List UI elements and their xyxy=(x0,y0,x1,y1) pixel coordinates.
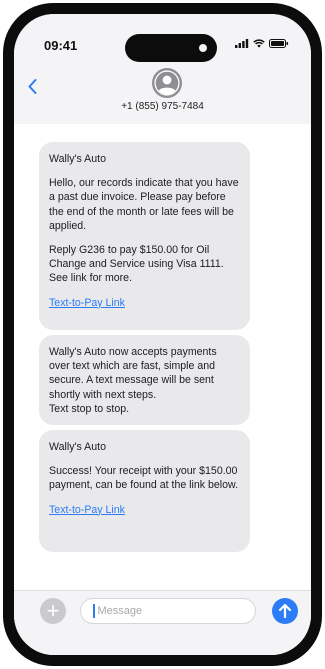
message-sender: Wally's Auto xyxy=(49,153,106,165)
message-text: Success! Your receipt with your $150.00 … xyxy=(49,465,239,492)
send-button[interactable] xyxy=(272,598,298,624)
chevron-left-icon[interactable] xyxy=(28,76,37,98)
message-thread: Wally's Auto Hello, our records indicate… xyxy=(14,124,311,591)
wifi-icon xyxy=(253,39,265,48)
dynamic-island xyxy=(125,34,217,62)
arrow-up-icon xyxy=(278,603,292,619)
message-text: Reply G236 to pay $150.00 for Oil Change… xyxy=(49,244,224,285)
message-bubble[interactable]: Wally's Auto Hello, our records indicate… xyxy=(39,142,250,330)
message-bubble[interactable]: Wally's Auto Success! Your receipt with … xyxy=(39,430,250,552)
message-text: Wally's Auto now accepts payments over t… xyxy=(49,346,217,401)
message-sender: Wally's Auto xyxy=(49,441,106,453)
conversation-header: 09:41 +1 (855) 975-7484 xyxy=(14,14,311,125)
contact-phone-number[interactable]: +1 (855) 975-7484 xyxy=(14,101,311,112)
phone-screen: 09:41 +1 (855) 975-7484 Wally's Auto Hel… xyxy=(14,14,311,655)
message-placeholder: Message xyxy=(97,605,143,617)
phone-frame: 09:41 +1 (855) 975-7484 Wally's Auto Hel… xyxy=(3,3,322,666)
signal-icon xyxy=(235,39,249,48)
plus-icon[interactable]: + xyxy=(40,598,66,624)
message-composer: + Message xyxy=(14,590,311,655)
text-to-pay-link[interactable]: Text-to-Pay Link xyxy=(49,297,125,309)
message-text: Hello, our records indicate that you hav… xyxy=(49,177,239,232)
text-to-pay-link[interactable]: Text-to-Pay Link xyxy=(49,504,125,516)
message-text: Text stop to stop. xyxy=(49,402,130,415)
battery-icon xyxy=(269,39,289,48)
text-caret xyxy=(93,604,95,618)
person-avatar-icon[interactable] xyxy=(152,68,182,98)
status-icons xyxy=(235,39,289,48)
message-bubble[interactable]: Wally's Auto now accepts payments over t… xyxy=(39,335,250,425)
status-time: 09:41 xyxy=(44,38,78,53)
message-input[interactable]: Message xyxy=(80,598,256,624)
